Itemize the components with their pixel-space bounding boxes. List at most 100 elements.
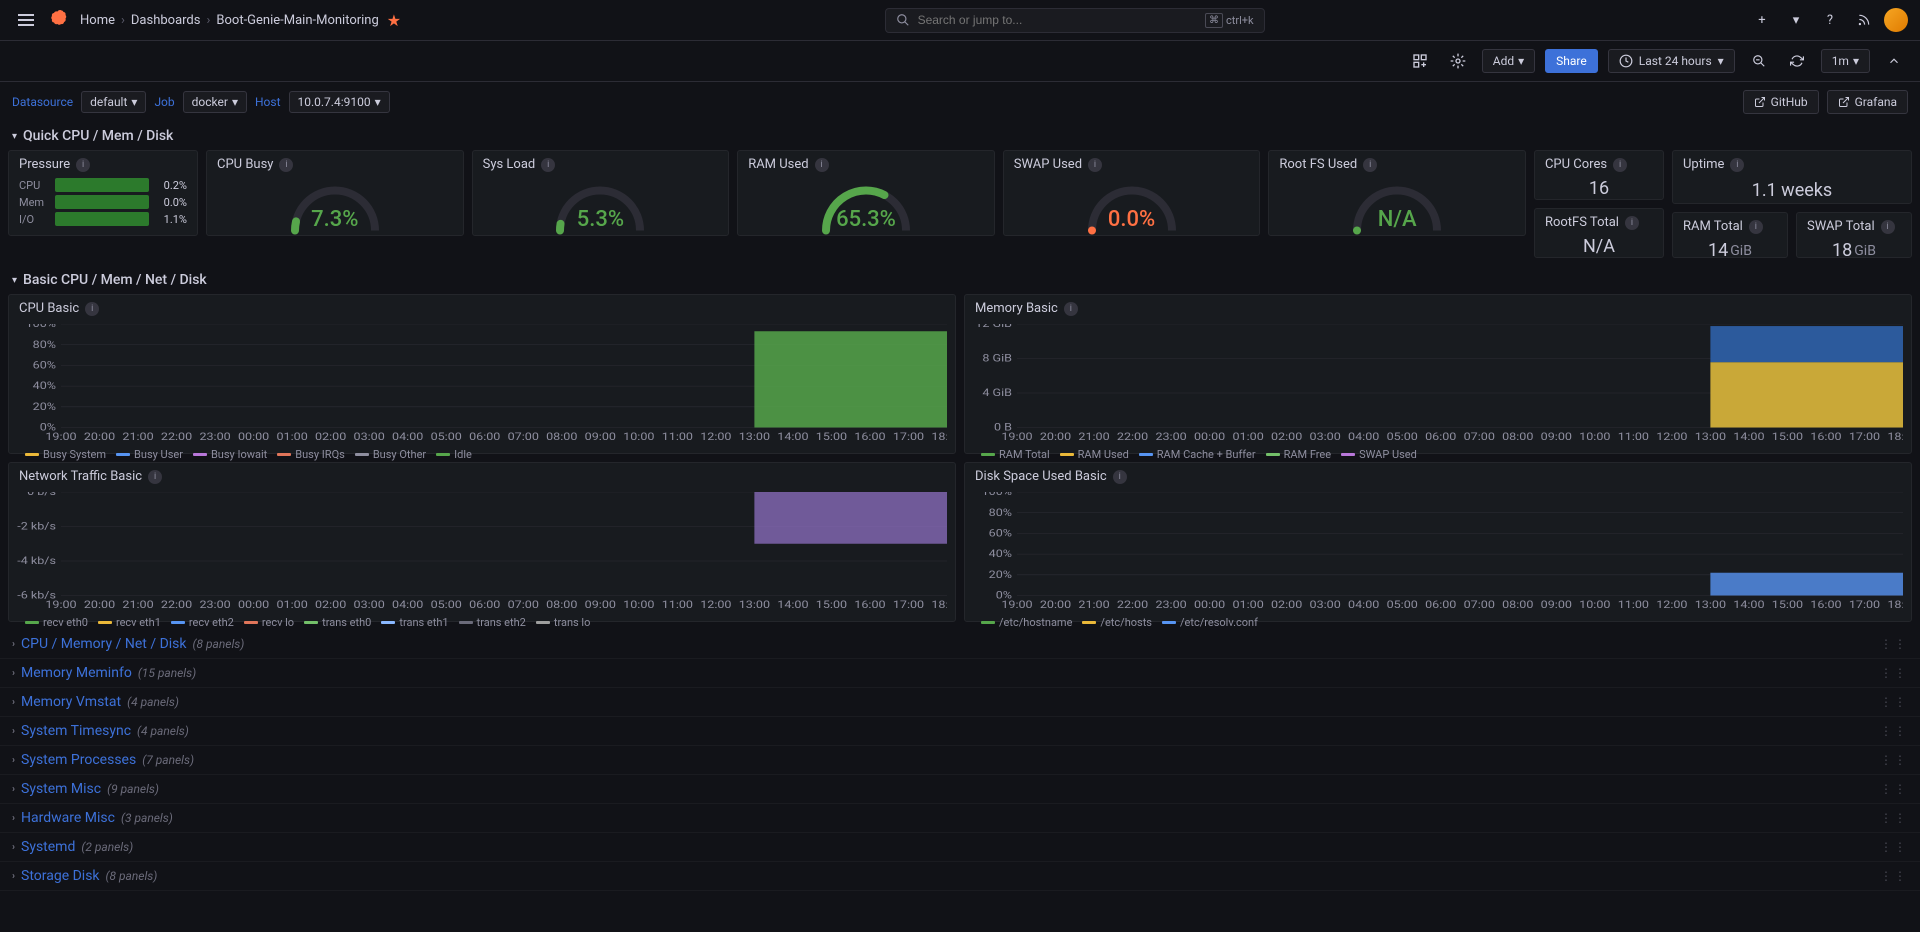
info-icon[interactable]: i — [1749, 220, 1763, 234]
collapsed-section-row[interactable]: › Memory Meminfo (15 panels) ⋮⋮ — [0, 659, 1920, 688]
legend-item[interactable]: trans lo — [536, 616, 591, 629]
legend-item[interactable]: RAM Total — [981, 448, 1050, 461]
kiosk-icon[interactable] — [1880, 47, 1908, 75]
collapsed-section-row[interactable]: › System Misc (9 panels) ⋮⋮ — [0, 775, 1920, 804]
legend-item[interactable]: /etc/resolv.conf — [1162, 616, 1258, 629]
add-button[interactable]: Add ▾ — [1482, 49, 1535, 73]
legend-item[interactable]: recv eth0 — [25, 616, 88, 629]
legend-item[interactable]: Busy User — [116, 448, 183, 461]
legend-item[interactable]: Busy Iowait — [193, 448, 267, 461]
ram-used-panel[interactable]: RAM Usedi 65.3% — [737, 150, 995, 236]
collapsed-section-row[interactable]: › Storage Disk (8 panels) ⋮⋮ — [0, 862, 1920, 891]
var-job-select[interactable]: docker ▾ — [183, 91, 247, 113]
legend-item[interactable]: recv eth2 — [171, 616, 234, 629]
collapsed-section-row[interactable]: › System Timesync (4 panels) ⋮⋮ — [0, 717, 1920, 746]
var-job-label[interactable]: Job — [154, 95, 174, 109]
legend-item[interactable]: Busy System — [25, 448, 106, 461]
drag-handle-icon[interactable]: ⋮⋮ — [1880, 753, 1908, 767]
refresh-interval-picker[interactable]: 1m ▾ — [1821, 49, 1870, 73]
info-icon[interactable]: i — [85, 302, 99, 316]
ram-total-panel[interactable]: RAM Totali 14GiB — [1672, 212, 1788, 258]
legend-item[interactable]: trans eth2 — [459, 616, 526, 629]
swap-total-panel[interactable]: SWAP Totali 18GiB — [1796, 212, 1912, 258]
cpu-busy-panel[interactable]: CPU Busyi 7.3% — [206, 150, 464, 236]
github-link[interactable]: GitHub — [1743, 90, 1819, 114]
menu-toggle-button[interactable] — [12, 8, 40, 32]
info-icon[interactable]: i — [148, 470, 162, 484]
info-icon[interactable]: i — [1088, 158, 1102, 172]
legend-item[interactable]: Busy IRQs — [277, 448, 345, 461]
info-icon[interactable]: i — [1064, 302, 1078, 316]
collapsed-section-row[interactable]: › Hardware Misc (3 panels) ⋮⋮ — [0, 804, 1920, 833]
panel-add-icon[interactable] — [1406, 47, 1434, 75]
legend-item[interactable]: /etc/hosts — [1082, 616, 1152, 629]
disk-basic-panel[interactable]: Disk Space Used Basici 0%20%40%60%80%100… — [964, 462, 1912, 622]
grafana-link[interactable]: Grafana — [1827, 90, 1908, 114]
legend-item[interactable]: RAM Used — [1060, 448, 1129, 461]
memory-basic-panel[interactable]: Memory Basici 0 B4 GiB8 GiB12 GiB19:0020… — [964, 294, 1912, 454]
network-basic-panel[interactable]: Network Traffic Basici -6 kb/s-4 kb/s-2 … — [8, 462, 956, 622]
favorite-star-icon[interactable]: ★ — [387, 11, 401, 30]
cpu-basic-panel[interactable]: CPU Basici 0%20%40%60%80%100%19:0020:002… — [8, 294, 956, 454]
search-input[interactable] — [918, 13, 1197, 27]
legend-item[interactable]: Idle — [436, 448, 472, 461]
collapsed-section-row[interactable]: › Systemd (2 panels) ⋮⋮ — [0, 833, 1920, 862]
legend-item[interactable]: RAM Free — [1266, 448, 1332, 461]
collapsed-section-row[interactable]: › System Processes (7 panels) ⋮⋮ — [0, 746, 1920, 775]
legend-item[interactable]: RAM Cache + Buffer — [1139, 448, 1256, 461]
section-quick-header[interactable]: ▾ Quick CPU / Mem / Disk — [0, 122, 1920, 150]
swap-used-panel[interactable]: SWAP Usedi 0.0% — [1003, 150, 1261, 236]
legend-item[interactable]: recv lo — [244, 616, 294, 629]
legend-item[interactable]: Busy Other — [355, 448, 426, 461]
drag-handle-icon[interactable]: ⋮⋮ — [1880, 840, 1908, 854]
legend-item[interactable]: recv eth1 — [98, 616, 161, 629]
drag-handle-icon[interactable]: ⋮⋮ — [1880, 869, 1908, 883]
info-icon[interactable]: i — [815, 158, 829, 172]
var-host-label[interactable]: Host — [255, 95, 281, 109]
breadcrumb-dashboards[interactable]: Dashboards — [131, 13, 201, 28]
legend-item[interactable]: /etc/hostname — [981, 616, 1072, 629]
help-icon[interactable]: ? — [1816, 6, 1844, 34]
time-range-picker[interactable]: Last 24 hours ▾ — [1608, 49, 1735, 73]
info-icon[interactable]: i — [1613, 158, 1627, 172]
zoom-out-icon[interactable] — [1745, 47, 1773, 75]
info-icon[interactable]: i — [1625, 216, 1639, 230]
breadcrumb-current[interactable]: Boot-Genie-Main-Monitoring — [216, 13, 378, 28]
drag-handle-icon[interactable]: ⋮⋮ — [1880, 666, 1908, 680]
drag-handle-icon[interactable]: ⋮⋮ — [1880, 724, 1908, 738]
var-datasource-select[interactable]: default ▾ — [81, 91, 146, 113]
drag-handle-icon[interactable]: ⋮⋮ — [1880, 811, 1908, 825]
add-chevron-icon[interactable]: ▾ — [1782, 6, 1810, 34]
legend-item[interactable]: SWAP Used — [1341, 448, 1417, 461]
pressure-panel[interactable]: Pressure i CPU 0.2%Mem 0.0%I/O 1.1% — [8, 150, 198, 236]
rootfs-total-panel[interactable]: RootFS Totali N/A — [1534, 208, 1664, 258]
drag-handle-icon[interactable]: ⋮⋮ — [1880, 637, 1908, 651]
info-icon[interactable]: i — [541, 158, 555, 172]
refresh-icon[interactable] — [1783, 47, 1811, 75]
info-icon[interactable]: i — [1730, 158, 1744, 172]
collapsed-section-row[interactable]: › Memory Vmstat (4 panels) ⋮⋮ — [0, 688, 1920, 717]
var-host-select[interactable]: 10.0.7.4:9100 ▾ — [289, 91, 390, 113]
var-datasource-label[interactable]: Datasource — [12, 95, 73, 109]
sys-load-panel[interactable]: Sys Loadi 5.3% — [472, 150, 730, 236]
breadcrumb-home[interactable]: Home — [80, 13, 115, 28]
root-fs-panel[interactable]: Root FS Usedi N/A — [1268, 150, 1526, 236]
info-icon[interactable]: i — [279, 158, 293, 172]
drag-handle-icon[interactable]: ⋮⋮ — [1880, 695, 1908, 709]
legend-item[interactable]: trans eth0 — [304, 616, 371, 629]
cpu-cores-panel[interactable]: CPU Coresi 16 — [1534, 150, 1664, 200]
share-button[interactable]: Share — [1545, 49, 1598, 73]
user-avatar[interactable] — [1884, 8, 1908, 32]
info-icon[interactable]: i — [1113, 470, 1127, 484]
section-basic-header[interactable]: ▾ Basic CPU / Mem / Net / Disk — [0, 266, 1920, 294]
search-box[interactable]: ⌘ ctrl+k — [885, 8, 1265, 33]
info-icon[interactable]: i — [1363, 158, 1377, 172]
settings-icon[interactable] — [1444, 47, 1472, 75]
info-icon[interactable]: i — [1881, 220, 1895, 234]
news-icon[interactable] — [1850, 6, 1878, 34]
drag-handle-icon[interactable]: ⋮⋮ — [1880, 782, 1908, 796]
info-icon[interactable]: i — [76, 158, 90, 172]
add-menu-button[interactable]: + — [1748, 6, 1776, 34]
legend-item[interactable]: trans eth1 — [381, 616, 448, 629]
uptime-panel[interactable]: Uptimei 1.1 weeks — [1672, 150, 1912, 204]
